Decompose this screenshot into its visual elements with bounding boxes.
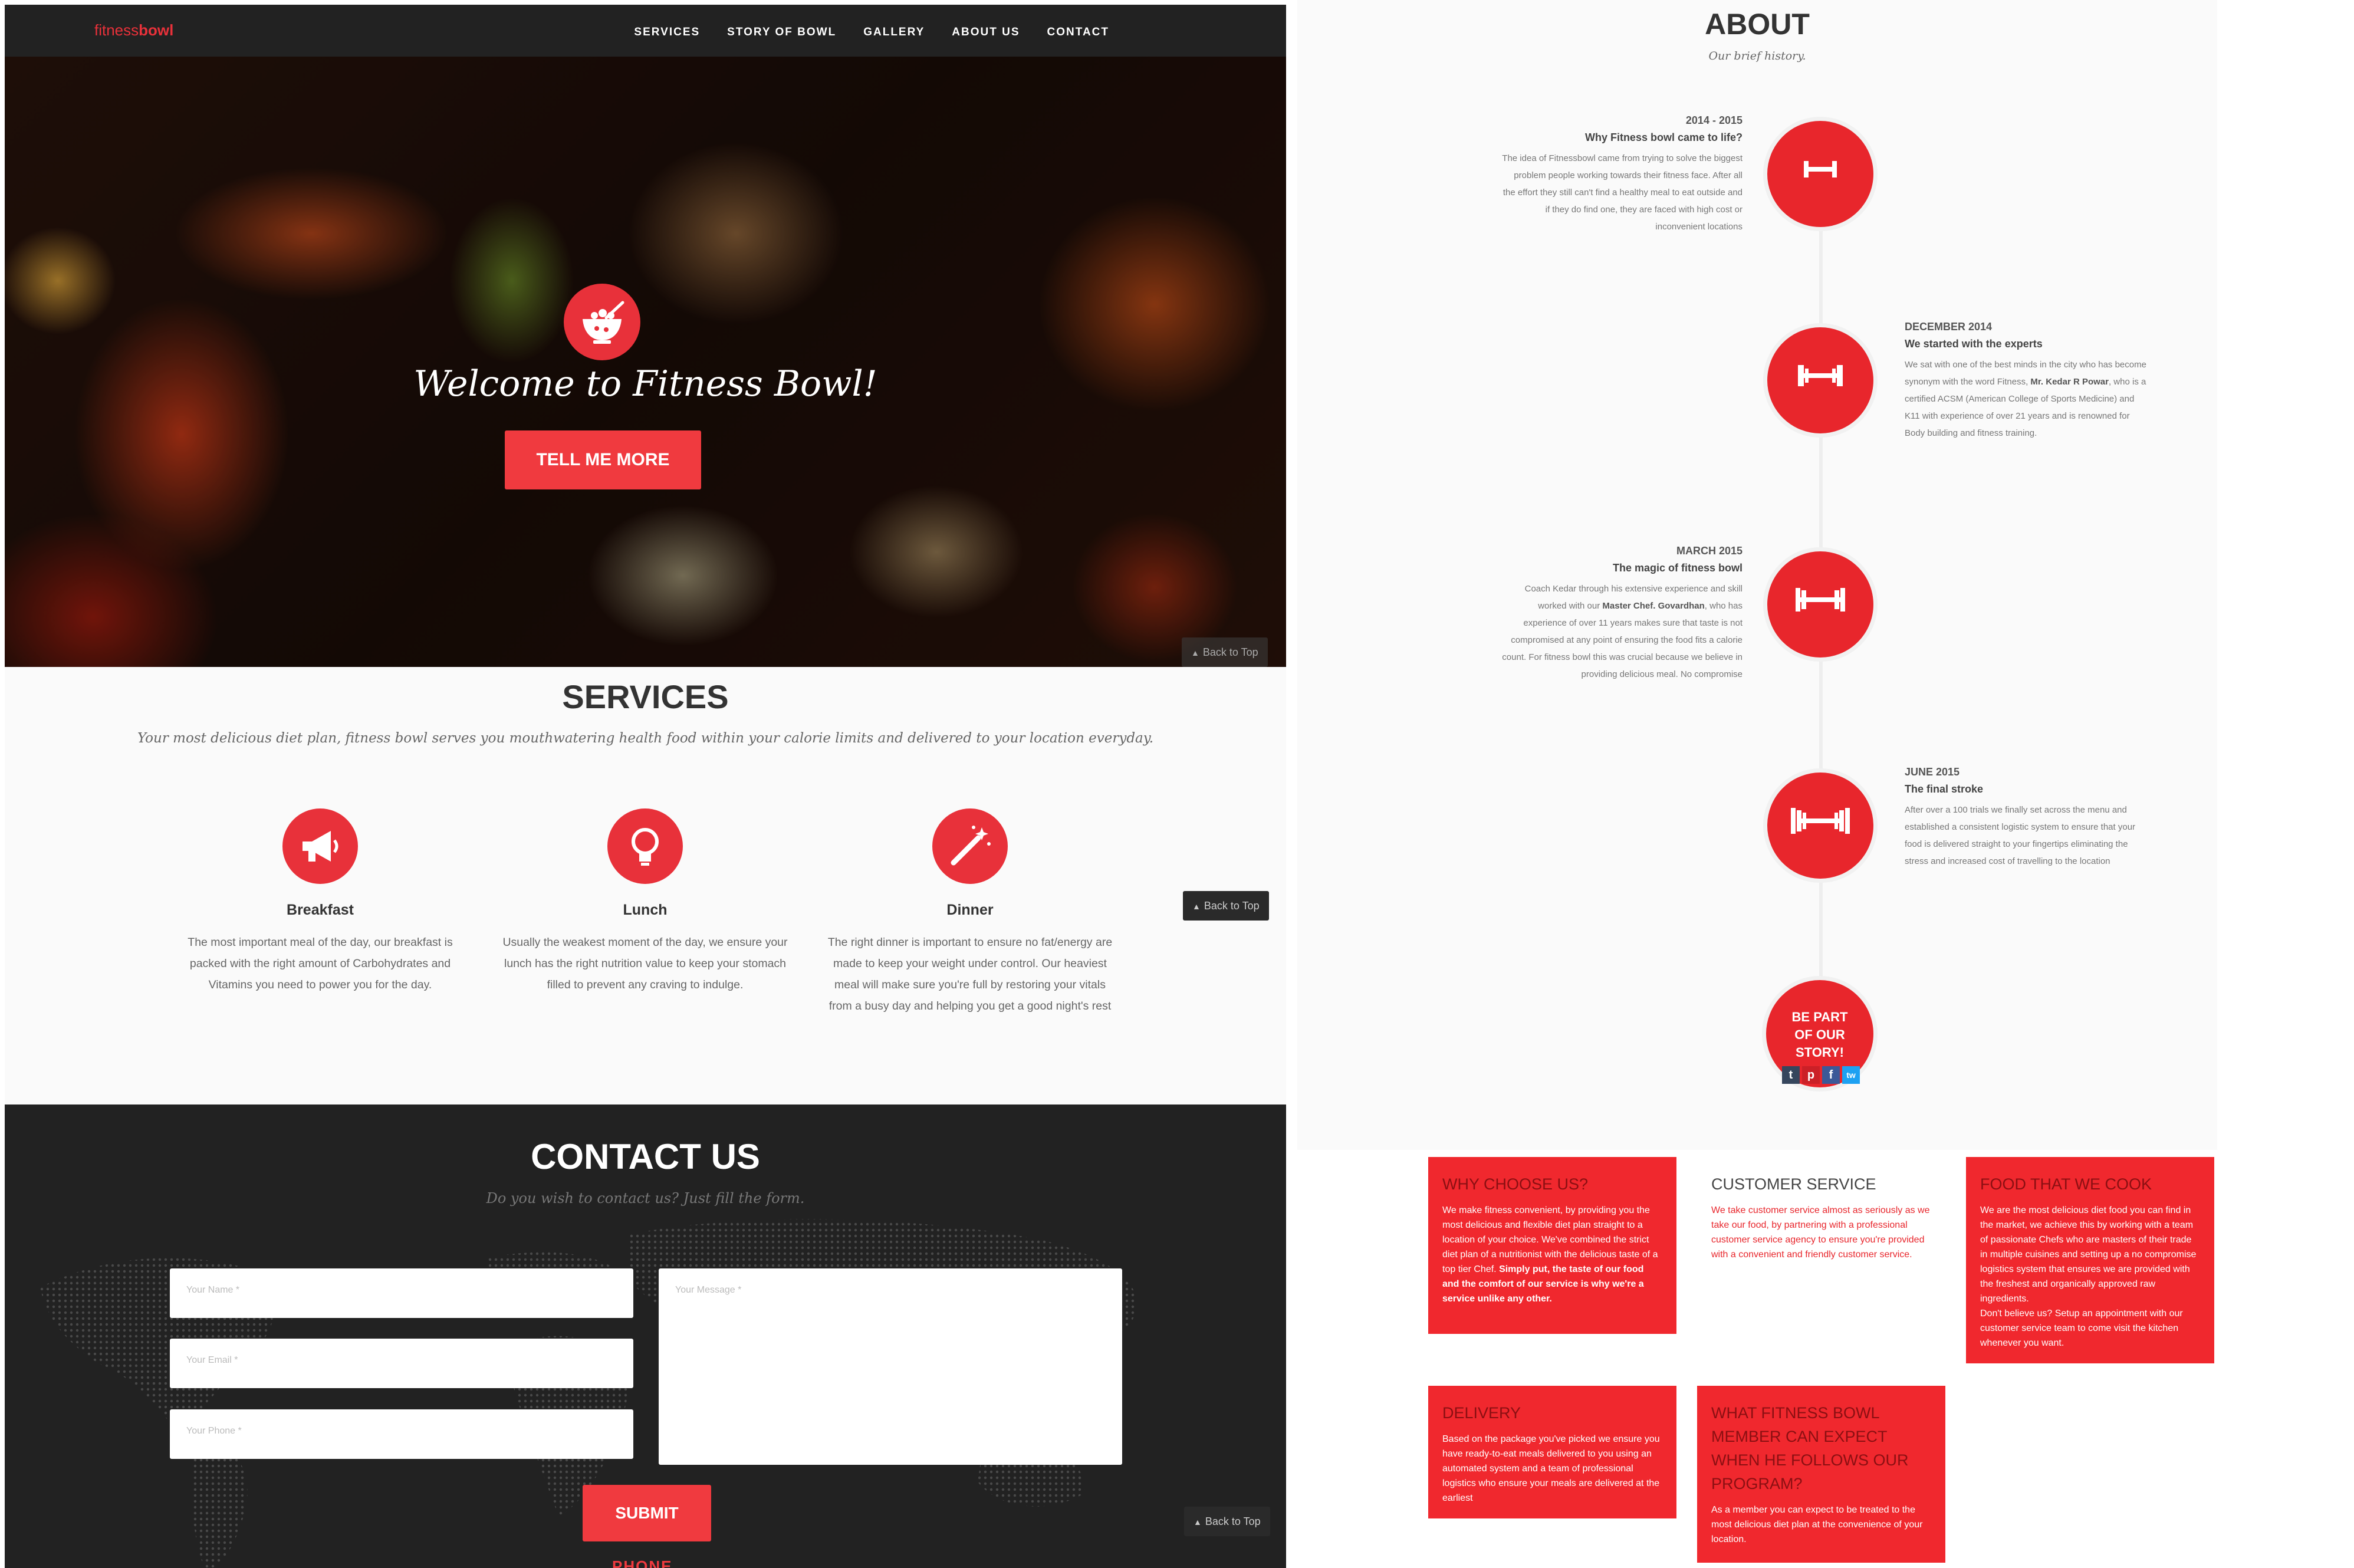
timeline-date: MARCH 2015 [1676,545,1743,557]
email-field[interactable]: Your Email * [170,1339,633,1388]
card-customer-service: CUSTOMER SERVICE We take customer servic… [1697,1157,1945,1281]
service-name: Breakfast [287,902,354,918]
about-subtitle: Our brief history. [1708,50,1806,63]
nav-gallery[interactable]: GALLERY [863,26,925,39]
service-text: Usually the weakest moment of the day, w… [502,936,788,991]
services-section: SERVICES Your most delicious diet plan, … [5,667,1286,1109]
phone-field[interactable]: Your Phone * [170,1409,633,1459]
card-member-expectations: WHAT FITNESS BOWL MEMBER CAN EXPECT WHEN… [1697,1386,1945,1563]
timeline-entry-4: JUNE 2015 The final stroke After over a … [1905,764,2146,870]
timeline-heading: The magic of fitness bowl [1612,562,1743,574]
card-title: WHAT FITNESS BOWL MEMBER CAN EXPECT WHEN… [1711,1404,1909,1493]
facebook-icon[interactable]: f [1822,1066,1840,1084]
timeline-entry-3: MARCH 2015 The magic of fitness bowl Coa… [1501,543,1743,683]
card-text: We are the most delicious diet food you … [1980,1205,2197,1304]
card-title: DELIVERY [1442,1404,1521,1422]
dumbbell-icon [1763,323,1878,438]
back-to-top-label: Back to Top [1204,900,1260,912]
about-section [1297,0,2217,1150]
timeline-entry-1: 2014 - 2015 Why Fitness bowl came to lif… [1501,112,1743,235]
card-why-choose-us: WHY CHOOSE US? We make fitness convenien… [1428,1157,1676,1334]
badge-line: OF OUR [1794,1027,1845,1042]
nav-services[interactable]: SERVICES [634,26,700,39]
back-to-top-button[interactable]: ▲ Back to Top [1183,891,1269,921]
service-text: The most important meal of the day, our … [188,936,453,991]
card-food-that-we-cook: FOOD THAT WE COOK We are the most delici… [1966,1157,2214,1363]
brand-light: fitness [94,21,139,39]
phone-heading: PHONE [612,1557,673,1568]
dumbbell-icon [1763,117,1878,231]
name-field[interactable]: Your Name * [170,1268,633,1318]
service-name: Lunch [623,902,668,918]
card-title: CUSTOMER SERVICE [1711,1175,1876,1193]
timeline-heading: We started with the experts [1905,338,2043,350]
chevron-up-icon: ▲ [1192,902,1201,911]
service-dinner: Dinner The right dinner is important to … [823,808,1117,1017]
twitter-icon[interactable]: tw [1842,1066,1860,1084]
navbar: fitnessbowl SERVICES STORY OF BOWL GALLE… [5,5,1286,57]
hero-overlay [5,57,1286,667]
card-text: We make fitness convenient, by providing… [1442,1203,1662,1306]
back-to-top-label: Back to Top [1205,1516,1261,1527]
card-text: Don't believe us? Setup an appointment w… [1980,1309,2183,1348]
timeline-text: The idea of Fitnessbowl came from trying… [1502,153,1743,232]
timeline-text-bold: Mr. Kedar R Powar [2030,377,2109,387]
bowl-icon [564,284,640,360]
back-to-top-button[interactable]: ▲ Back to Top [1182,637,1268,667]
about-page-right: ABOUT Our brief history. 2014 - 2015 Why… [1297,0,2354,1568]
message-field[interactable]: Your Message * [659,1268,1122,1465]
timeline-heading: The final stroke [1905,783,1984,795]
back-to-top-label: Back to Top [1202,646,1258,658]
timeline-entry-2: DECEMBER 2014 We started with the expert… [1905,318,2146,442]
card-text: Based on the package you've picked we en… [1442,1434,1660,1503]
service-text: The right dinner is important to ensure … [827,936,1113,1013]
badge-line: STORY! [1796,1045,1844,1060]
card-text: We take customer service almost as serio… [1711,1205,1930,1260]
tell-me-more-button[interactable]: TELL ME MORE [505,430,701,489]
chevron-up-icon: ▲ [1194,1517,1202,1527]
brand-bold: bowl [139,21,174,39]
timeline-text-bold: Master Chef. Govardhan [1602,601,1705,611]
pinterest-icon[interactable]: p [1802,1066,1820,1084]
brand-logo[interactable]: fitnessbowl [94,21,173,40]
card-text: As a member you can expect to be treated… [1711,1505,1923,1544]
services-title: SERVICES [562,678,729,715]
hero-section: Welcome to Fitness Bowl! TELL ME MORE ▲ B… [5,57,1286,667]
nav-about-us[interactable]: ABOUT US [952,26,1020,39]
nav-contact[interactable]: CONTACT [1047,26,1109,39]
timeline-text: We sat with one of the best minds in the… [1905,356,2146,442]
card-delivery: DELIVERY Based on the package you've pic… [1428,1386,1676,1518]
contact-subtitle: Do you wish to contact us? Just fill the… [486,1190,805,1207]
timeline-date: 2014 - 2015 [1685,114,1743,126]
back-to-top-button[interactable]: ▲ Back to Top [1184,1507,1270,1536]
service-name: Dinner [946,902,994,918]
contact-section: CONTACT US Do you wish to contact us? Ju… [5,1104,1286,1568]
magic-wand-icon [932,808,1008,884]
hero-title: Welcome to Fitness Bowl! [413,363,877,405]
card-title: FOOD THAT WE COOK [1980,1175,2152,1193]
tumblr-icon[interactable]: t [1782,1066,1800,1084]
card-title: WHY CHOOSE US? [1442,1175,1589,1193]
service-breakfast: Breakfast The most important meal of the… [173,808,468,995]
lightbulb-icon [607,808,683,884]
dumbbell-icon [1763,547,1878,662]
timeline-date: JUNE 2015 [1905,766,1960,778]
submit-button[interactable]: SUBMIT [583,1485,711,1541]
about-title: ABOUT [1705,8,1810,41]
services-subtitle: Your most delicious diet plan, fitness b… [137,731,1154,746]
nav-links: SERVICES STORY OF BOWL GALLERY ABOUT US … [634,26,1109,39]
timeline-date: DECEMBER 2014 [1905,321,1993,333]
timeline-heading: Why Fitness bowl came to life? [1584,132,1743,143]
megaphone-icon [282,808,358,884]
badge-line: BE PART [1791,1010,1848,1024]
service-lunch: Lunch Usually the weakest moment of the … [498,808,793,995]
timeline-text: After over a 100 trials we finally set a… [1905,805,2136,866]
timeline-text: Coach Kedar through his extensive experi… [1501,580,1743,683]
timeline-text-part: , who has experience of over 11 years ma… [1502,601,1743,679]
contact-title: CONTACT US [531,1137,760,1176]
be-part-of-story-badge[interactable]: BE PART OF OUR STORY! [1762,976,1878,1092]
nav-story-of-bowl[interactable]: STORY OF BOWL [727,26,836,39]
chevron-up-icon: ▲ [1191,648,1199,658]
dumbbell-icon [1763,768,1878,883]
